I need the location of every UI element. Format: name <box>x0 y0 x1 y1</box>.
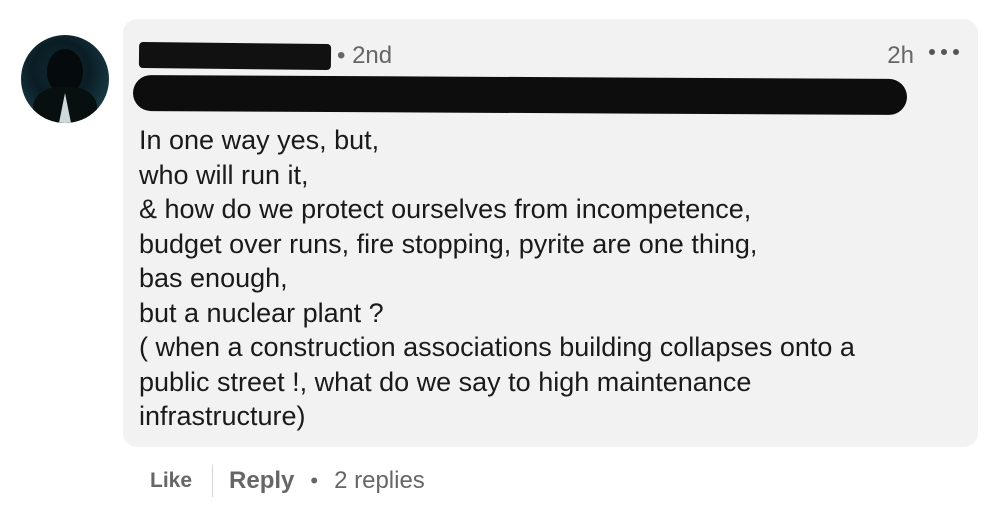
comment-body-line: who will run it, <box>139 159 309 190</box>
comment-body-line: but a nuclear plant ? <box>139 297 384 328</box>
reply-button[interactable]: Reply <box>213 467 310 495</box>
avatar[interactable] <box>21 35 109 123</box>
comment-body: In one way yes, but, who will run it, & … <box>139 123 959 434</box>
more-options-icon[interactable] <box>929 40 959 64</box>
comment-actions: Like Reply • 2 replies <box>150 463 425 499</box>
comment-body-line: bas enough, <box>139 263 288 293</box>
comment-body-line: In one way yes, but, <box>139 125 380 155</box>
comment-body-line: budget over runs, fire stopping, pyrite … <box>139 228 758 259</box>
dot-icon <box>953 49 959 55</box>
comment-body-line: infrastructure) <box>139 401 306 431</box>
comment-timestamp: 2h <box>887 42 914 69</box>
view-replies-link[interactable]: 2 replies <box>334 467 425 495</box>
comment-body-line: public street !, what do we say to high … <box>139 366 752 397</box>
redacted-author-name <box>138 41 332 71</box>
redacted-author-headline <box>132 74 908 116</box>
separator-dot: • <box>310 468 319 493</box>
comment-body-line: & how do we protect ourselves from incom… <box>139 194 752 224</box>
dot-icon <box>929 49 935 55</box>
like-button[interactable]: Like <box>150 469 212 493</box>
connection-degree: • 2nd <box>337 42 393 69</box>
dot-icon <box>941 49 947 55</box>
comment-card: • 2nd 2h In one way yes, but, who will r… <box>0 0 1000 513</box>
comment-body-line: ( when a construction associations build… <box>139 332 855 362</box>
